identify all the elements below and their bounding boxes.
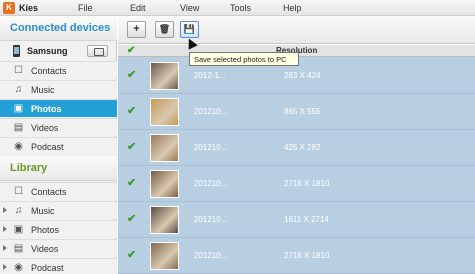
row-checkbox[interactable]: ✔ — [127, 178, 138, 189]
sidebar-item-podcast[interactable]: ◉ Podcast — [0, 137, 117, 155]
sidebar: Connected devices Samsung ☐ Contacts ♫ M… — [0, 16, 117, 274]
add-button[interactable]: + — [127, 21, 146, 38]
row-checkbox[interactable]: ✔ — [127, 142, 138, 153]
photo-thumbnail[interactable] — [150, 242, 179, 270]
table-row[interactable]: ✔ 201210... 865 X 555 — [118, 94, 475, 130]
contacts-icon: ☐ — [14, 65, 23, 76]
library-item-label: Contacts — [31, 187, 67, 197]
table-row[interactable]: ✔ 201210... 425 X 282 — [118, 130, 475, 166]
library-item-photos[interactable]: ▣ Photos — [0, 220, 117, 238]
cell-date: 2012-1... — [194, 71, 226, 80]
save-to-pc-button[interactable]: 💾 — [180, 21, 199, 38]
menu-tools[interactable]: Tools — [230, 3, 251, 13]
cell-resolution: 2716 X 1810 — [284, 179, 330, 188]
connected-devices-header: Connected devices — [0, 16, 117, 41]
connected-devices-title: Connected devices — [10, 22, 111, 34]
device-row[interactable]: Samsung — [0, 43, 117, 60]
podcast-icon: ◉ — [14, 262, 23, 273]
photos-icon: ▣ — [13, 224, 24, 235]
sidebar-item-videos[interactable]: ▤ Videos — [0, 118, 117, 136]
expand-arrow-icon[interactable] — [3, 207, 7, 213]
sidebar-item-contacts[interactable]: ☐ Contacts — [0, 61, 117, 79]
phone-icon — [13, 45, 20, 57]
cell-date: 201210... — [194, 251, 228, 260]
library-item-label: Videos — [31, 244, 59, 254]
photo-thumbnail[interactable] — [150, 206, 179, 234]
cell-date: 201210... — [194, 143, 228, 152]
expand-arrow-icon[interactable] — [3, 245, 7, 251]
cell-resolution: 865 X 555 — [284, 107, 321, 116]
kies-logo-icon: K — [3, 2, 15, 14]
sidebar-item-photos[interactable]: ▣ Photos — [0, 99, 117, 117]
toolbar: + 🗑 💾 — [118, 16, 475, 44]
videos-icon: ▤ — [13, 243, 24, 254]
sidebar-item-label: Contacts — [31, 66, 67, 76]
menu-bar: K Kies File Edit View Tools Help — [0, 0, 475, 16]
expand-arrow-icon[interactable] — [3, 264, 7, 270]
menu-file[interactable]: File — [78, 3, 93, 13]
library-item-contacts[interactable]: ☐ Contacts — [0, 182, 117, 200]
delete-button[interactable]: 🗑 — [155, 21, 174, 38]
library-item-videos[interactable]: ▤ Videos — [0, 239, 117, 257]
photo-thumbnail[interactable] — [150, 62, 179, 90]
table-row[interactable]: ✔ 201210... 1811 X 2714 — [118, 202, 475, 238]
podcast-icon: ◉ — [14, 141, 23, 152]
device-name: Samsung — [27, 46, 68, 56]
device-folder-button[interactable] — [87, 45, 108, 57]
library-header: Library — [0, 156, 117, 181]
library-title: Library — [10, 162, 48, 174]
photo-thumbnail[interactable] — [150, 98, 179, 126]
photo-thumbnail[interactable] — [150, 134, 179, 162]
photo-thumbnail[interactable] — [150, 170, 179, 198]
menu-edit[interactable]: Edit — [130, 3, 146, 13]
expand-arrow-icon[interactable] — [3, 226, 7, 232]
videos-icon: ▤ — [13, 122, 24, 133]
app-title: Kies — [19, 3, 39, 13]
cell-resolution: 1811 X 2714 — [284, 215, 329, 224]
row-checkbox[interactable]: ✔ — [127, 106, 138, 117]
row-checkbox[interactable]: ✔ — [127, 250, 138, 261]
row-checkbox[interactable]: ✔ — [127, 214, 138, 225]
table-row[interactable]: ✔ 201210... 2716 X 1810 — [118, 238, 475, 274]
library-item-podcast[interactable]: ◉ Podcast — [0, 258, 117, 274]
cell-resolution: 283 X 424 — [284, 71, 321, 80]
sidebar-item-label: Podcast — [31, 142, 64, 152]
music-icon: ♫ — [14, 205, 23, 216]
cell-resolution: 2716 X 1810 — [284, 251, 330, 260]
cell-date: 201210... — [194, 179, 228, 188]
select-all-checkbox[interactable]: ✔ — [127, 46, 137, 56]
music-icon: ♫ — [14, 84, 23, 95]
menu-help[interactable]: Help — [283, 3, 302, 13]
sidebar-item-music[interactable]: ♫ Music — [0, 80, 117, 98]
save-tooltip: Save selected photos to PC — [189, 52, 299, 66]
photos-icon: ▣ — [13, 103, 24, 114]
cell-date: 201210... — [194, 215, 228, 224]
sidebar-item-label: Videos — [31, 123, 59, 133]
sidebar-item-label: Music — [31, 85, 55, 95]
photos-table: ✔ Resolution ✔ 2012-1... 283 X 424 ✔ 201210.… — [118, 45, 475, 274]
library-item-label: Photos — [31, 225, 60, 235]
sidebar-item-label: Photos — [31, 104, 62, 114]
cell-date: 201210... — [194, 107, 228, 116]
library-item-label: Podcast — [31, 263, 64, 273]
contacts-icon: ☐ — [14, 186, 23, 197]
cell-resolution: 425 X 282 — [284, 143, 321, 152]
library-item-music[interactable]: ♫ Music — [0, 201, 117, 219]
menu-view[interactable]: View — [180, 3, 199, 13]
table-row[interactable]: ✔ 201210... 2716 X 1810 — [118, 166, 475, 202]
library-item-label: Music — [31, 206, 55, 216]
row-checkbox[interactable]: ✔ — [127, 70, 138, 81]
